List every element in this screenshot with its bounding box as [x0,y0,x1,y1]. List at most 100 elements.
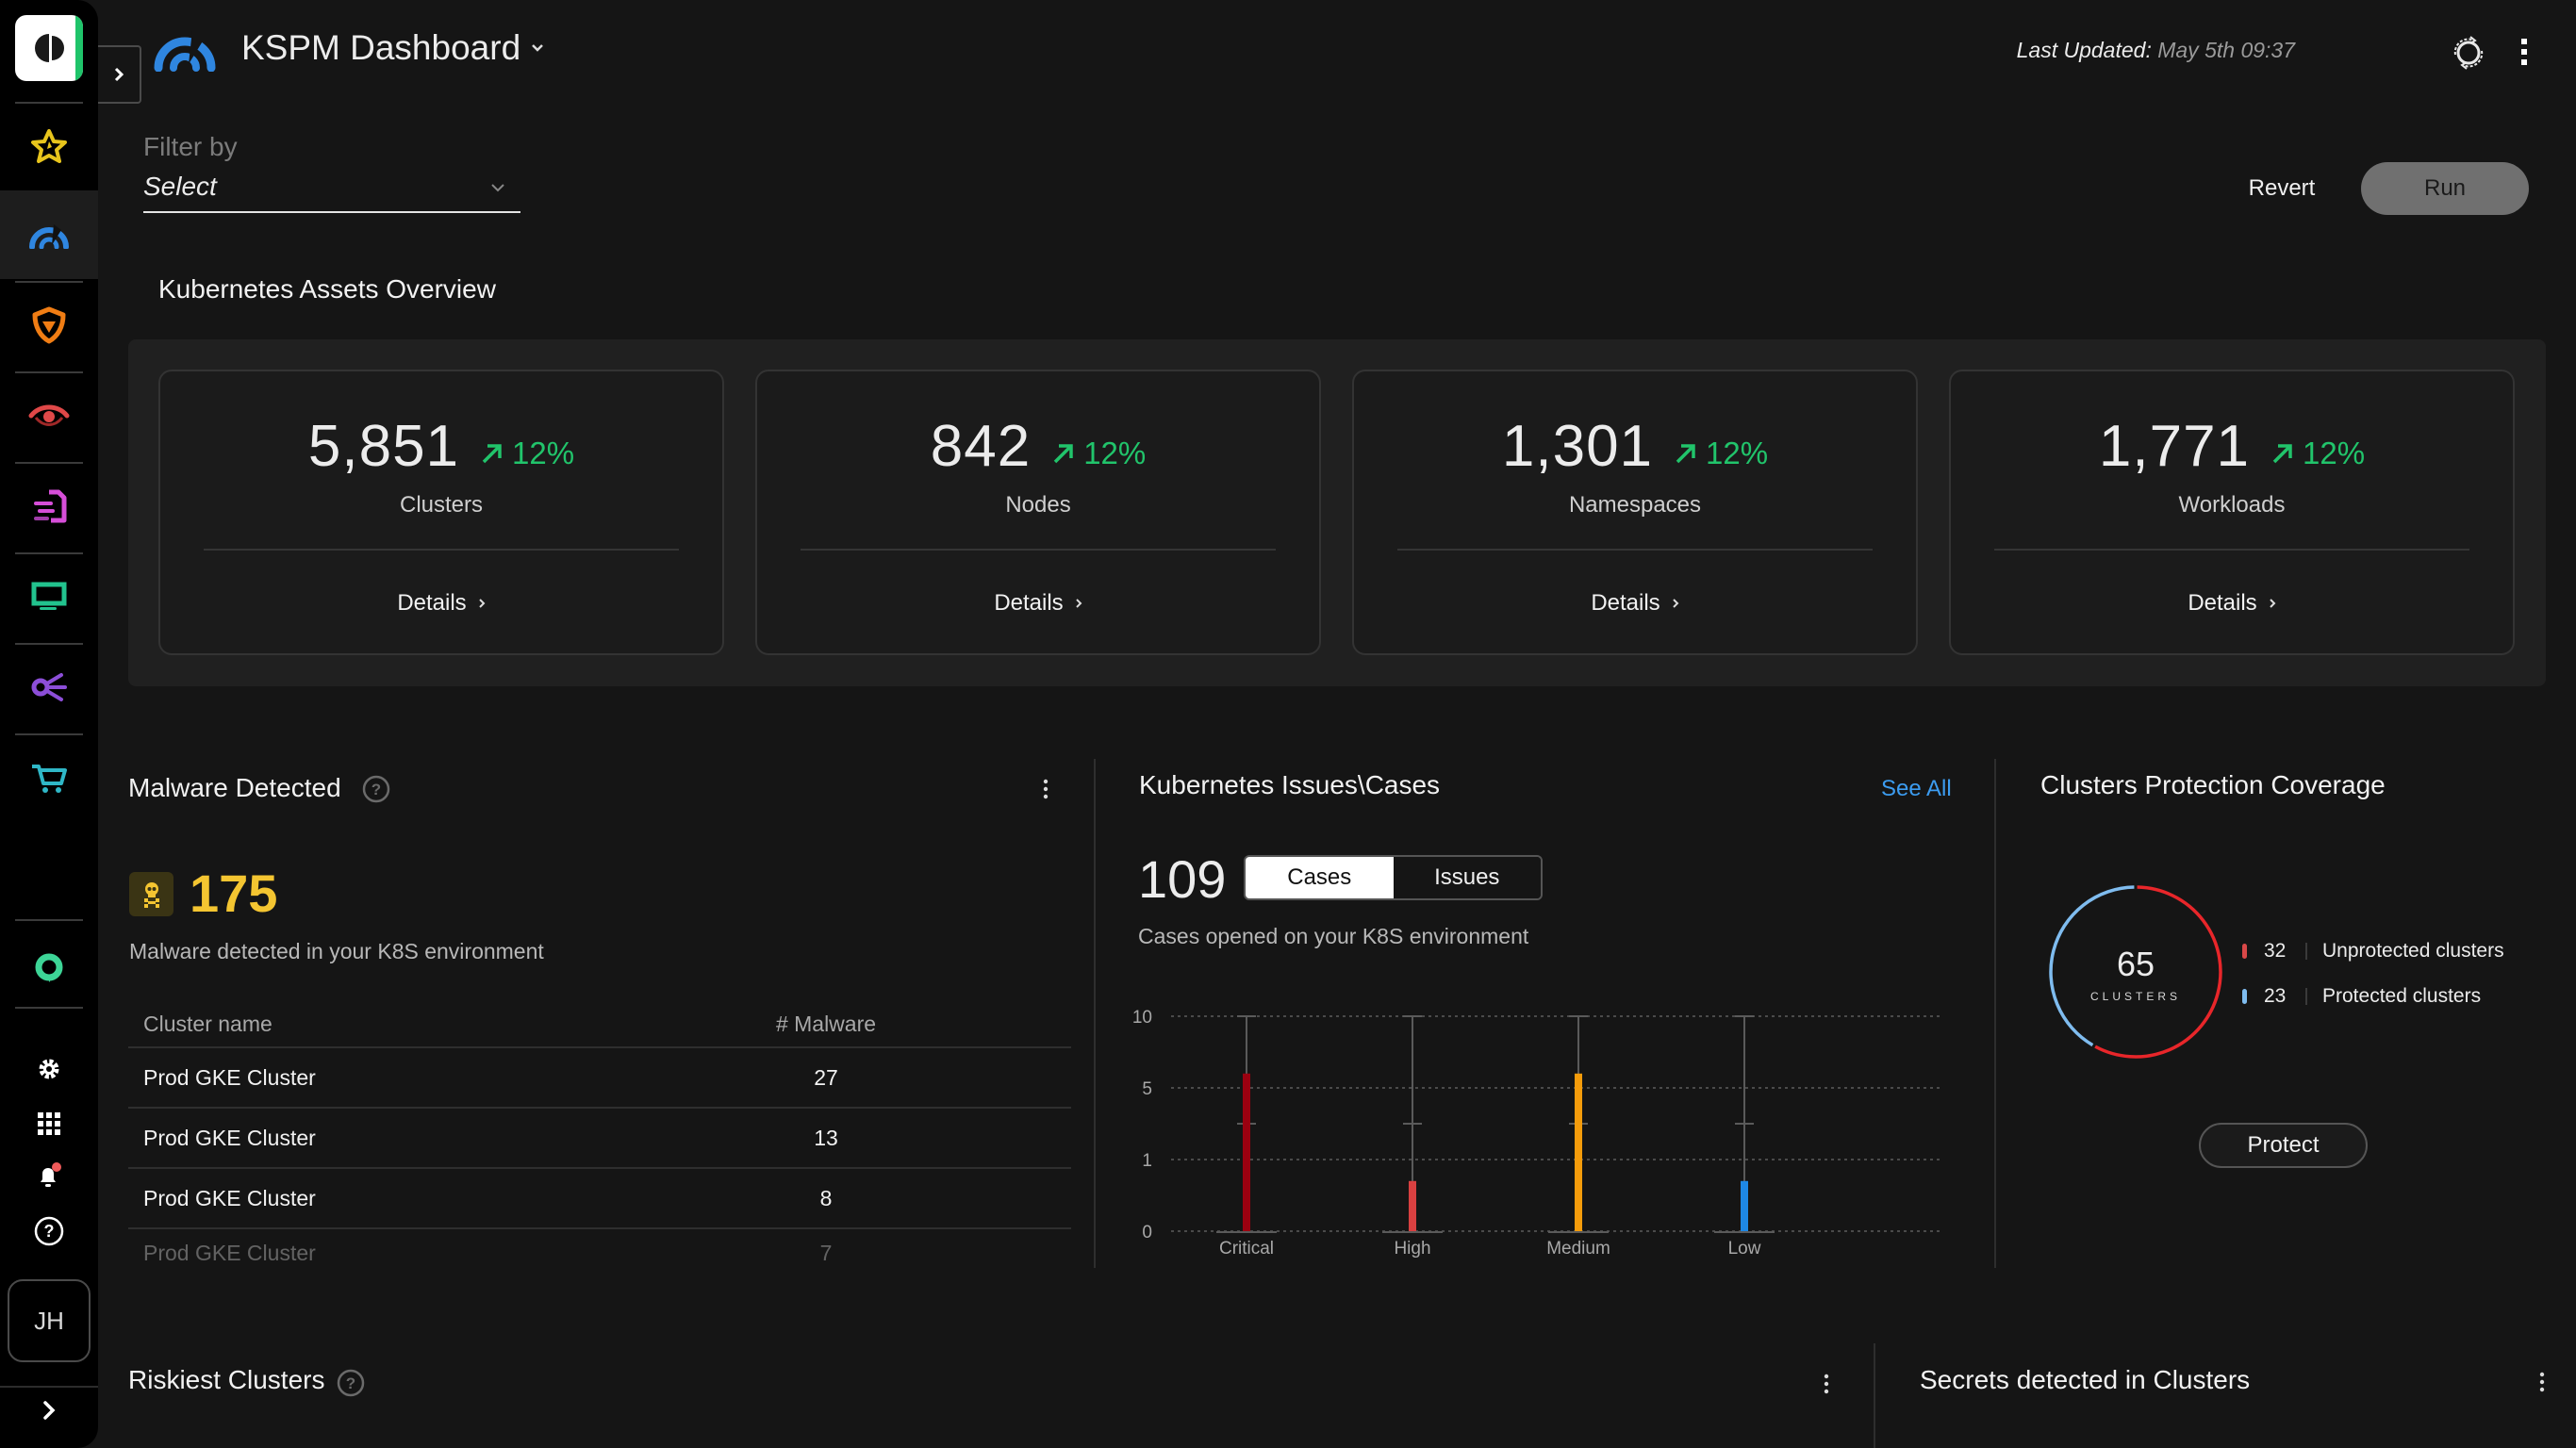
protect-button[interactable]: Protect [2199,1123,2368,1168]
riskiest-menu-button[interactable] [1824,1374,1829,1399]
column-header-malware-count[interactable]: # Malware [769,1012,883,1037]
last-updated-label: Last Updated: [2016,38,2152,62]
help-button[interactable]: ? [0,1209,98,1254]
asset-trend-value: 12% [1083,436,1147,470]
bar-medium [1575,1073,1582,1231]
filter-select[interactable]: Select [143,168,520,213]
asset-trend-value: 12% [512,436,575,470]
issues-description: Cases opened on your K8S environment [1138,924,1529,948]
sidebar: ? JH [0,0,98,1448]
legend-value: 23 [2264,985,2287,1007]
dashboard-select-button[interactable] [530,41,545,58]
sidebar-item-xdr[interactable] [0,929,98,1008]
table-row[interactable]: Prod GKE Cluster 8 [128,1169,1071,1229]
secrets-title: Secrets detected in Clusters [1920,1365,2251,1394]
chevron-right-icon [1075,599,1082,608]
expand-sidebar-button[interactable] [0,1386,98,1433]
malware-count: 175 [190,864,278,923]
card-divider [1397,549,1873,551]
sidebar-item-protection[interactable] [0,281,98,370]
sidebar-divider [15,1007,83,1009]
eye-icon [28,404,70,426]
sidebar-item-reports[interactable] [0,462,98,551]
sidebar-item-dashboards[interactable] [0,190,98,279]
asset-trend: 12% [480,436,574,471]
bell-icon [41,1162,61,1187]
assets-overview-panel: 5,851 12% Clusters Details 842 12% Nodes… [128,339,2546,686]
details-link[interactable]: Details [160,590,722,617]
malware-count-cell: 27 [814,1064,838,1090]
more-options-button[interactable] [2520,38,2528,71]
malware-count-cell: 7 [819,1241,833,1265]
svg-text:?: ? [44,1222,55,1241]
document-icon [34,489,67,523]
legend-label: Unprotected clusters [2322,940,2504,962]
legend-protected[interactable]: 23 Protected clusters [2242,985,2481,1008]
malware-table: Cluster name # Malware Prod GKE Cluster … [128,1001,1071,1271]
settings-button[interactable] [0,1046,98,1092]
revert-button[interactable]: Revert [2225,162,2338,215]
chevron-right-icon [43,1401,56,1420]
trend-up-icon [482,444,502,464]
toggle-panel-button[interactable] [98,45,141,104]
table-row[interactable]: Prod GKE Cluster 13 [128,1109,1071,1169]
bar-high [1409,1180,1416,1231]
details-link[interactable]: Details [1951,590,2513,617]
panel-divider [1094,759,1096,1268]
riskiest-help-button[interactable]: ? [337,1369,365,1402]
notifications-button[interactable] [0,1154,98,1199]
run-button[interactable]: Run [2361,162,2529,215]
sidebar-divider [15,919,83,921]
grid-icon [38,1112,60,1135]
cluster-name-cell: Prod GKE Cluster [143,1125,316,1150]
asset-value: 842 [930,414,1032,479]
asset-card-nodes: 842 12% Nodes Details [755,370,1321,655]
chevron-right-icon [1672,599,1679,608]
svg-text:?: ? [346,1374,355,1392]
chevron-right-icon [2269,599,2276,608]
legend-unprotected[interactable]: 32 Unprotected clusters [2242,940,2504,963]
apps-button[interactable] [0,1101,98,1146]
sidebar-item-marketplace[interactable] [0,733,98,822]
malware-menu-button[interactable] [1043,779,1049,804]
shield-icon [32,306,66,344]
legend-label: Protected clusters [2322,985,2482,1007]
riskiest-clusters-title: Riskiest Clusters [128,1365,325,1394]
tab-issues[interactable]: Issues [1393,857,1541,898]
sidebar-item-integrations[interactable] [0,643,98,732]
table-row[interactable]: Prod GKE Cluster 7 [128,1229,1071,1271]
trend-up-icon [2272,444,2292,464]
details-label: Details [397,590,467,616]
malware-count-cell: 8 [819,1185,833,1210]
sidebar-item-detection[interactable] [0,371,98,460]
details-link[interactable]: Details [1354,590,1916,617]
tab-cases[interactable]: Cases [1246,857,1394,898]
details-link[interactable]: Details [757,590,1319,617]
details-label: Details [2188,590,2257,616]
sidebar-item-endpoints[interactable] [0,552,98,641]
column-header-cluster-name[interactable]: Cluster name [128,1012,769,1037]
secrets-menu-button[interactable] [2539,1372,2545,1397]
assets-section-title: Kubernetes Assets Overview [158,274,496,304]
help-circle-icon: ? [34,1216,64,1246]
malware-count-cell: 13 [814,1125,838,1150]
sidebar-item-favorites[interactable] [0,102,98,190]
dashboard-gauge-icon [154,30,216,73]
app-logo[interactable] [15,15,83,81]
malware-help-button[interactable]: ? [362,775,390,808]
kebab-menu-icon [1824,1374,1829,1394]
asset-card-clusters: 5,851 12% Clusters Details [158,370,724,655]
help-circle-icon: ? [337,1369,365,1397]
help-circle-icon: ? [362,775,390,803]
skull-crossbones-icon [143,881,159,908]
chevron-right-icon [114,67,124,82]
user-avatar[interactable]: JH [8,1279,91,1362]
filter-select-value: Select [143,172,217,201]
ring-logo-icon [35,953,63,982]
table-row[interactable]: Prod GKE Cluster 27 [128,1048,1071,1109]
malware-description: Malware detected in your K8S environment [129,939,544,963]
see-all-link[interactable]: See All [1881,776,1952,802]
refresh-button[interactable] [2448,32,2489,78]
y-tick-label: 10 [1132,1008,1152,1028]
asset-trend-value: 12% [1706,436,1769,470]
